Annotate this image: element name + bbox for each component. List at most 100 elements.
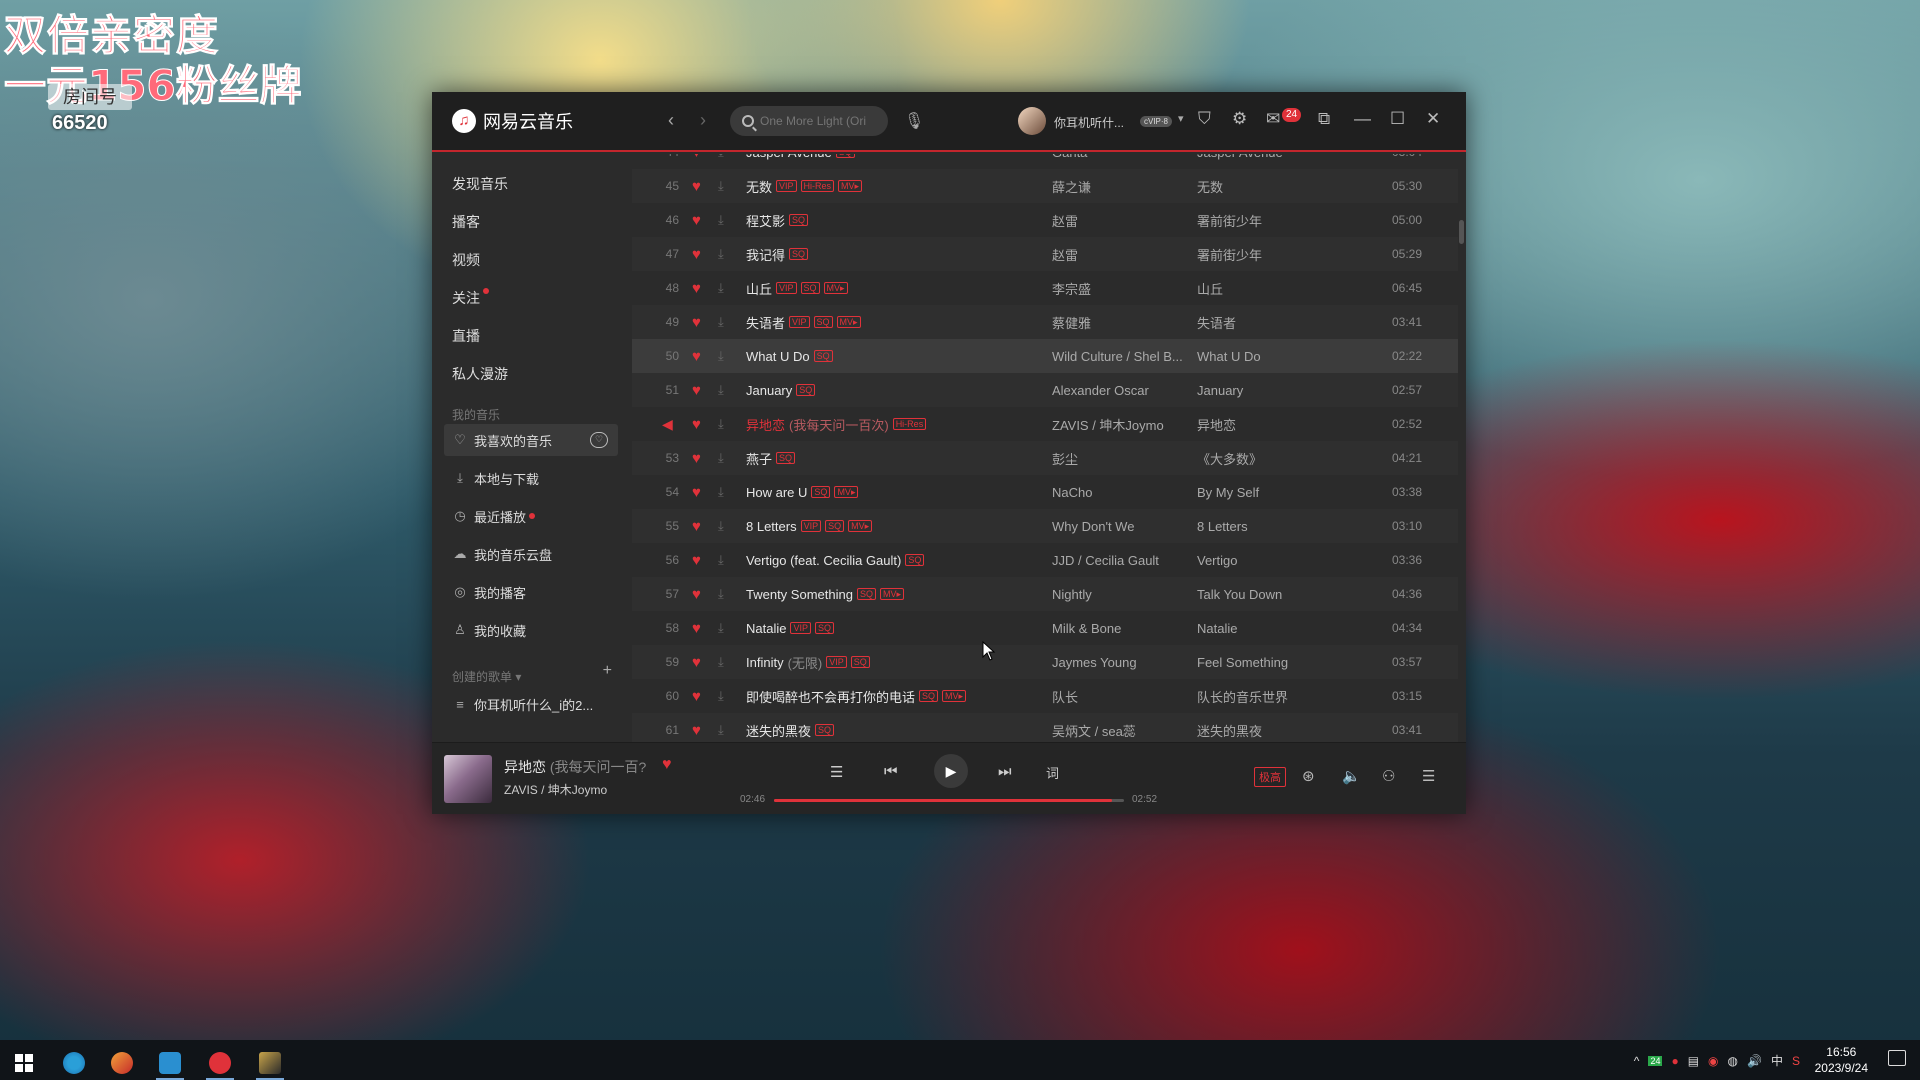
add-playlist-icon[interactable]: + (603, 662, 612, 680)
back-button[interactable]: ‹ (668, 110, 674, 131)
quality-button[interactable]: 极高 (1254, 767, 1286, 787)
sidebar-item-liked-music[interactable]: ♡ 我喜欢的音乐 ♡ (444, 424, 618, 456)
netease-tray-icon[interactable]: ● (1671, 1054, 1678, 1068)
song-album[interactable]: 署前街少年 (1197, 211, 1357, 230)
sidebar-item-collection[interactable]: ♙ 我的收藏 (444, 614, 618, 646)
download-icon[interactable]: ⤓ (718, 688, 724, 704)
download-icon[interactable]: ⤓ (718, 552, 724, 568)
song-artist[interactable]: Milk & Bone (1052, 621, 1187, 636)
network-icon[interactable]: ◍ (1728, 1054, 1738, 1068)
song-artist[interactable]: Why Don't We (1052, 519, 1187, 534)
sidebar-item-podcast[interactable]: 播客 (452, 212, 480, 232)
volume-icon[interactable]: 🔈 (1342, 767, 1361, 785)
like-heart-icon[interactable]: ♥ (662, 756, 672, 774)
gear-icon[interactable]: ⚙ (1232, 109, 1247, 129)
song-tag[interactable]: MV▸ (834, 486, 859, 498)
table-row[interactable]: 46 ♥ ⤓ 程艾影 SQ 赵雷 署前街少年 05:00 (632, 203, 1458, 237)
download-icon[interactable]: ⤓ (718, 416, 724, 432)
like-heart-icon[interactable]: ♥ (692, 722, 701, 739)
song-album[interactable]: January (1197, 383, 1357, 398)
like-heart-icon[interactable]: ♥ (692, 178, 701, 195)
user-name[interactable]: 你耳机听什... (1054, 114, 1124, 131)
song-album[interactable]: 署前街少年 (1197, 245, 1357, 264)
table-row[interactable]: 47 ♥ ⤓ 我记得 SQ 赵雷 署前街少年 05:29 (632, 237, 1458, 271)
sidebar-item-video[interactable]: 视频 (452, 250, 480, 270)
song-album[interactable]: Jasper Avenue (1197, 154, 1357, 160)
song-artist[interactable]: Jaymes Young (1052, 655, 1187, 670)
song-artist[interactable]: Ganta (1052, 154, 1187, 160)
table-row[interactable]: 53 ♥ ⤓ 燕子 SQ 彭尘 《大多数》 04:21 (632, 441, 1458, 475)
like-heart-icon[interactable]: ♥ (692, 450, 701, 467)
download-icon[interactable]: ⤓ (718, 212, 724, 228)
tray-app-icon[interactable]: ▤ (1688, 1054, 1699, 1068)
song-artist[interactable]: 队长 (1052, 687, 1187, 706)
table-row[interactable]: 44 ♥ ⤓ Jasper AvenueSQ Ganta Jasper Aven… (632, 154, 1458, 169)
like-heart-icon[interactable]: ♥ (692, 484, 701, 501)
like-heart-icon[interactable]: ♥ (692, 688, 701, 705)
song-artist[interactable]: 赵雷 (1052, 245, 1187, 264)
tray-app-icon[interactable]: ◉ (1708, 1054, 1718, 1068)
taskbar-edge[interactable] (52, 1046, 96, 1080)
song-tag[interactable]: MV▸ (823, 282, 848, 294)
table-row[interactable]: 48 ♥ ⤓ 山丘 VIP SQ MV▸ 李宗盛 山丘 06:45 (632, 271, 1458, 305)
download-icon[interactable]: ⤓ (718, 484, 724, 500)
song-artist[interactable]: 吴炳文 / sea蕊 (1052, 721, 1187, 740)
table-row[interactable]: 56 ♥ ⤓ Vertigo (feat. Cecilia Gault) SQ J… (632, 543, 1458, 577)
start-button[interactable] (2, 1046, 46, 1080)
taskbar-netease-music[interactable] (198, 1046, 242, 1080)
vip-badge[interactable]: cVIP·8 (1140, 116, 1173, 127)
song-tag[interactable]: MV▸ (836, 316, 861, 328)
table-row[interactable]: 58 ♥ ⤓ Natalie VIP SQ Milk & Bone Natalie … (632, 611, 1458, 645)
sidebar-item-my-podcast[interactable]: ◎ 我的播客 (444, 576, 618, 608)
song-tag[interactable]: MV▸ (838, 180, 863, 192)
volume-icon[interactable]: 🔊 (1747, 1054, 1762, 1068)
download-icon[interactable]: ⤓ (718, 154, 724, 160)
song-tag[interactable]: MV▸ (848, 520, 873, 532)
song-album[interactable]: 失语者 (1197, 313, 1357, 332)
mail-icon[interactable]: ✉ (1266, 109, 1280, 129)
song-album[interactable]: Feel Something (1197, 655, 1357, 670)
song-artist[interactable]: NaCho (1052, 485, 1187, 500)
like-heart-icon[interactable]: ♥ (692, 280, 701, 297)
download-icon[interactable]: ⤓ (718, 654, 724, 670)
song-album[interactable]: Vertigo (1197, 553, 1357, 568)
play-button[interactable]: ▶ (934, 754, 968, 788)
taskbar-app-2[interactable] (100, 1046, 144, 1080)
sidebar-item-follow[interactable]: 关注 (452, 288, 489, 308)
table-row[interactable]: 51 ♥ ⤓ January SQ Alexander Oscar January… (632, 373, 1458, 407)
download-icon[interactable]: ⤓ (718, 382, 724, 398)
close-icon[interactable]: ✕ (1426, 109, 1440, 129)
maximize-icon[interactable]: ☐ (1390, 109, 1405, 129)
lyrics-button[interactable]: 词 (1046, 763, 1059, 782)
like-heart-icon[interactable]: ♥ (692, 212, 701, 229)
previous-track-icon[interactable]: ⏮ (884, 763, 898, 780)
like-heart-icon[interactable]: ♥ (692, 154, 701, 161)
download-icon[interactable]: ⤓ (718, 348, 724, 364)
chevron-down-icon[interactable]: ▾ (1178, 112, 1184, 125)
sidebar-item-discover[interactable]: 发现音乐 (452, 174, 508, 194)
playlist-queue-icon[interactable]: ☰ (1422, 767, 1435, 785)
download-icon[interactable]: ⤓ (718, 722, 724, 738)
song-album[interactable]: 无数 (1197, 177, 1357, 196)
song-album[interactable]: Talk You Down (1197, 587, 1357, 602)
voice-search-icon[interactable]: 🎙 (904, 111, 924, 131)
now-playing-title[interactable]: 异地恋 (我每天问一百? (504, 757, 646, 777)
search-input[interactable] (760, 114, 872, 128)
song-artist[interactable]: Wild Culture / Shel B... (1052, 349, 1187, 364)
ime-indicator[interactable]: 中 (1771, 1052, 1783, 1069)
heartbeat-mode-icon[interactable]: ♡ (590, 432, 608, 448)
song-album[interactable]: 异地恋 (1197, 415, 1357, 434)
download-icon[interactable]: ⤓ (718, 280, 724, 296)
song-album[interactable]: 队长的音乐世界 (1197, 687, 1357, 706)
scrollbar[interactable] (1459, 220, 1464, 244)
table-row[interactable]: 60 ♥ ⤓ 即使喝醉也不会再打你的电话 SQ MV▸ 队长 队长的音乐世界 03:… (632, 679, 1458, 713)
sidebar-item-local-download[interactable]: ⤓ 本地与下载 (444, 462, 618, 494)
notification-icon[interactable] (1888, 1050, 1906, 1066)
sogou-icon[interactable]: S (1792, 1054, 1800, 1068)
like-heart-icon[interactable]: ♥ (692, 518, 701, 535)
taskbar-league[interactable] (248, 1046, 292, 1080)
like-heart-icon[interactable]: ♥ (692, 314, 701, 331)
forward-button[interactable]: › (700, 110, 706, 131)
sidebar-item-live[interactable]: 直播 (452, 326, 480, 346)
table-row[interactable]: 55 ♥ ⤓ 8 Letters VIP SQ MV▸ Why Don't We 8 … (632, 509, 1458, 543)
